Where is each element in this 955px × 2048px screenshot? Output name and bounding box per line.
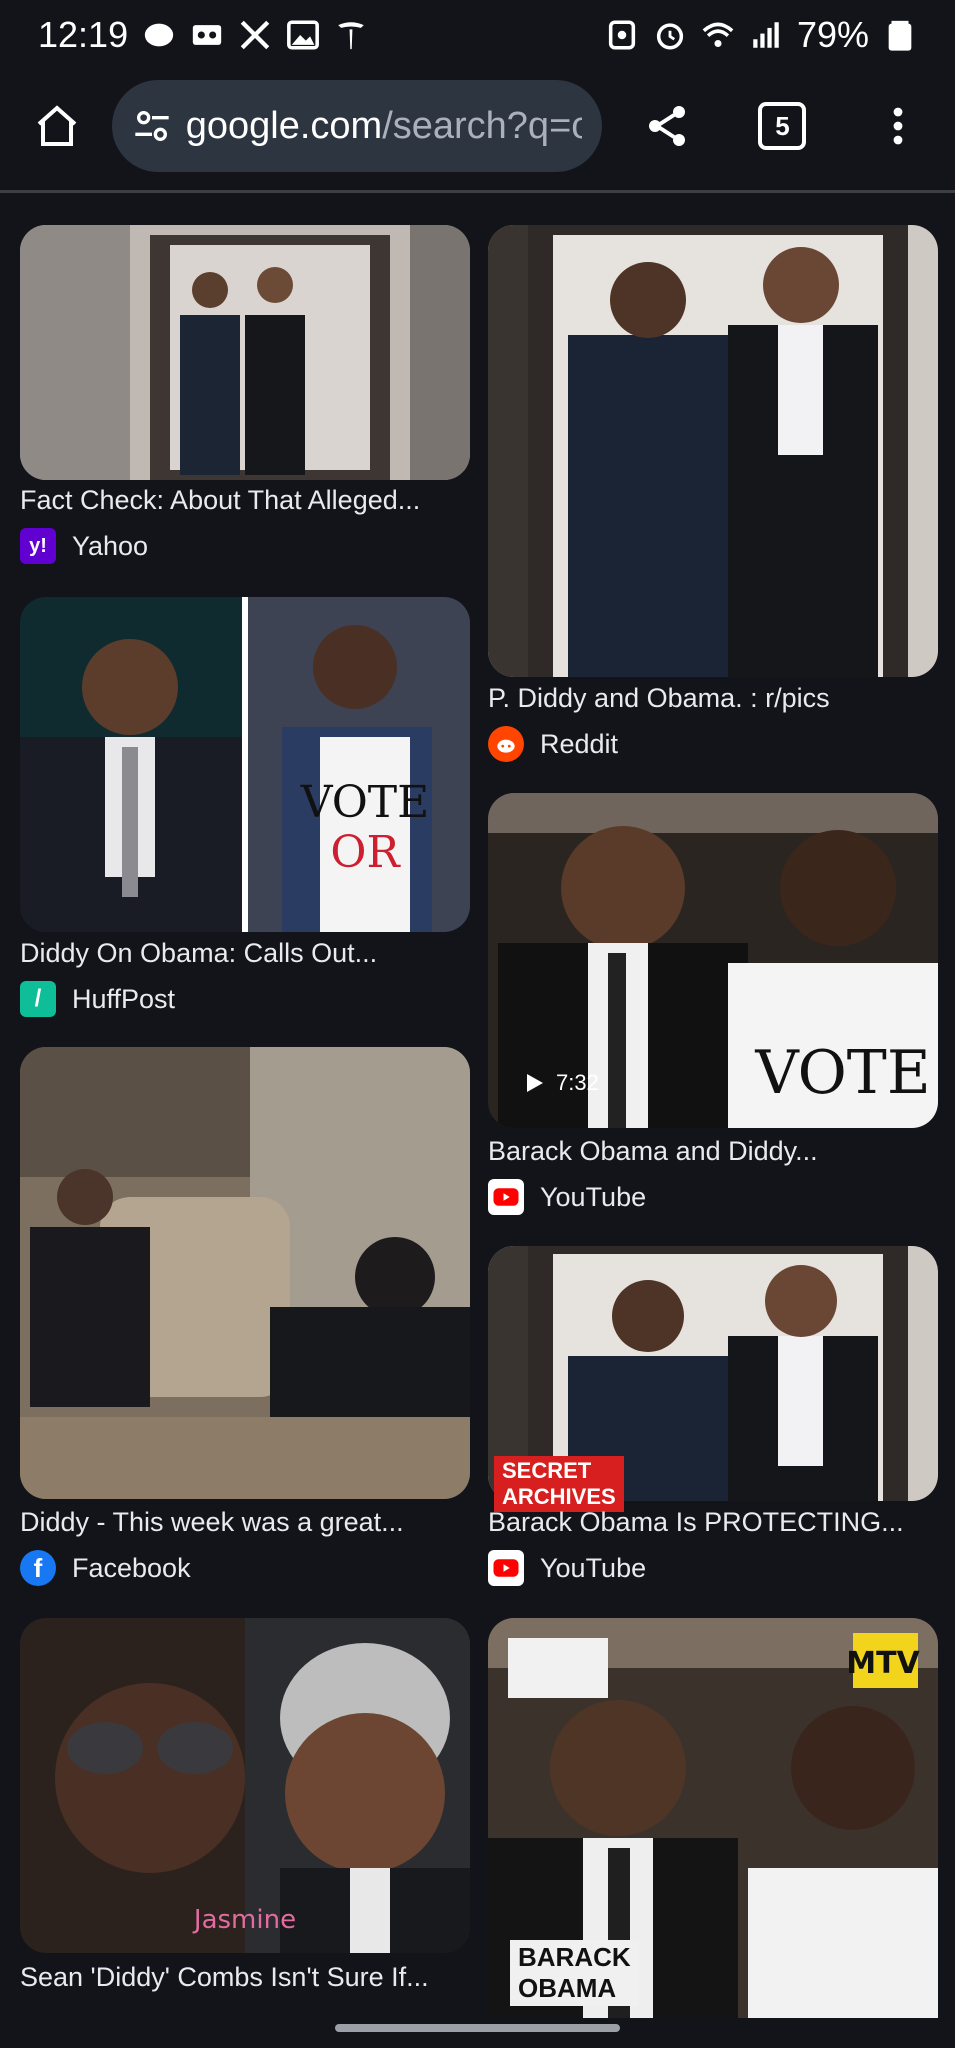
- result-thumbnail[interactable]: [488, 225, 938, 677]
- result-title[interactable]: Fact Check: About That Alleged...: [20, 485, 420, 516]
- result-thumbnail[interactable]: Jasmine: [20, 1618, 470, 1953]
- result-title[interactable]: Barack Obama and Diddy...: [488, 1136, 818, 1167]
- svg-text:OR: OR: [330, 827, 401, 878]
- share-button[interactable]: [632, 91, 702, 161]
- result-source[interactable]: YouTube: [488, 1179, 646, 1215]
- home-icon: [37, 105, 77, 146]
- share-icon: [648, 106, 685, 146]
- source-name: Yahoo: [72, 530, 149, 561]
- result-title[interactable]: P. Diddy and Obama. : r/pics: [488, 683, 830, 714]
- messages-icon: [142, 18, 176, 52]
- menu-button[interactable]: [863, 91, 933, 161]
- status-bar: 12:19 79%: [0, 0, 955, 70]
- source-name: YouTube: [540, 1181, 647, 1212]
- toolbar-divider: [0, 190, 955, 193]
- site-settings-icon[interactable]: [132, 106, 172, 146]
- voicemail-icon: [190, 18, 224, 52]
- battery-icon: [883, 18, 917, 52]
- x-icon: [238, 18, 272, 52]
- video-duration: 7:32: [522, 1070, 599, 1096]
- svg-text:MTV: MTV: [846, 1646, 920, 1681]
- status-left: 12:19: [38, 14, 368, 56]
- tab-switcher-button[interactable]: 5: [748, 91, 818, 161]
- result-title[interactable]: Diddy - This week was a great...: [20, 1507, 404, 1538]
- source-name: Reddit: [540, 728, 619, 759]
- alarm-icon: [653, 18, 687, 52]
- tesla-icon: [334, 18, 368, 52]
- tab-count: 5: [758, 102, 807, 150]
- result-title[interactable]: Diddy On Obama: Calls Out...: [20, 938, 377, 969]
- source-name: YouTube: [540, 1552, 647, 1583]
- wifi-icon: [701, 18, 735, 52]
- result-source[interactable]: YouTube: [488, 1550, 646, 1586]
- home-indicator[interactable]: [335, 2024, 620, 2032]
- result-thumbnail[interactable]: [20, 1047, 470, 1499]
- browser-toolbar: google.com/search?q=o 5: [0, 78, 955, 174]
- status-right: 79%: [605, 14, 917, 56]
- status-time: 12:19: [38, 14, 129, 55]
- secret-archives-label: SECRET ARCHIVES: [494, 1456, 624, 1512]
- result-thumbnail[interactable]: [20, 225, 470, 480]
- url-domain: google.com: [185, 104, 383, 147]
- gallery-icon: [286, 18, 320, 52]
- youtube-icon: [488, 1179, 524, 1215]
- signal-icon: [749, 18, 783, 52]
- result-source[interactable]: / HuffPost: [20, 981, 175, 1017]
- result-thumbnail[interactable]: VOTE OR: [20, 597, 470, 932]
- more-vert-icon: [893, 107, 903, 145]
- svg-text:VOTE: VOTE: [754, 1038, 930, 1108]
- svg-text:Jasmine: Jasmine: [192, 1905, 296, 1935]
- svg-text:VOTE: VOTE: [300, 777, 430, 828]
- reddit-icon: [488, 726, 524, 762]
- yahoo-icon: y!: [20, 528, 56, 564]
- result-title[interactable]: Barack Obama Is PROTECTING...: [488, 1507, 904, 1538]
- url-text: google.com/search?q=o: [186, 105, 582, 148]
- source-name: Facebook: [72, 1552, 191, 1583]
- source-name: HuffPost: [72, 983, 176, 1014]
- result-source[interactable]: Reddit: [488, 726, 618, 762]
- battery-percent: 79%: [796, 14, 869, 55]
- nfc-icon: [605, 18, 639, 52]
- duration-text: 7:32: [556, 1070, 599, 1095]
- home-button[interactable]: [22, 91, 92, 161]
- result-source[interactable]: y! Yahoo: [20, 528, 148, 564]
- result-source[interactable]: f Facebook: [20, 1550, 191, 1586]
- result-title[interactable]: Sean 'Diddy' Combs Isn't Sure If...: [20, 1962, 429, 1993]
- huffpost-icon: /: [20, 981, 56, 1017]
- url-bar[interactable]: google.com/search?q=o: [111, 80, 602, 172]
- youtube-icon: [488, 1550, 524, 1586]
- play-icon: [527, 1074, 543, 1092]
- facebook-icon: f: [20, 1550, 56, 1586]
- barack-obama-label: BARACK OBAMA: [510, 1940, 639, 2006]
- url-path: /search?q=o: [382, 104, 582, 147]
